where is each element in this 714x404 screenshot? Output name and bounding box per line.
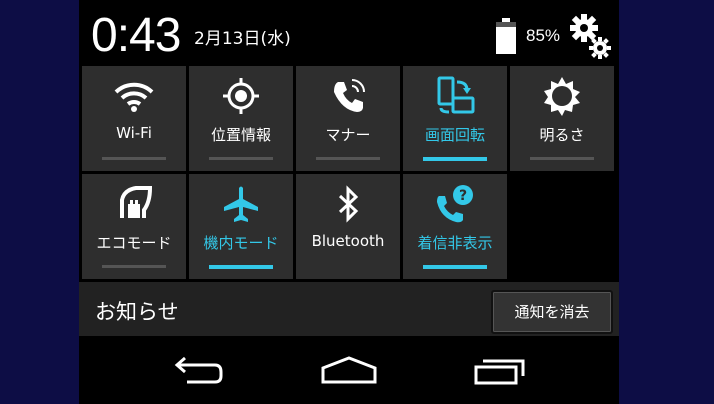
tile-indicator <box>316 157 380 160</box>
tile-indicator <box>423 265 487 269</box>
tile-brightness[interactable]: 明るさ <box>510 66 614 171</box>
home-icon[interactable] <box>319 354 379 386</box>
notifications-header: お知らせ 通知を消去 <box>79 282 619 336</box>
status-header: 0:43 2月13日(水) 85% <box>79 0 619 66</box>
call-hide-icon: ? <box>437 185 473 223</box>
tile-indicator <box>530 157 594 160</box>
tile-manner[interactable]: マナー <box>296 66 400 171</box>
quick-settings-grid: Wi-Fi 位置情報 マナー 画面回転 明るさ エコモード 機内モード Blue… <box>79 66 619 280</box>
screen-rotate-icon <box>437 76 475 114</box>
settings-gear-icon[interactable] <box>569 12 613 60</box>
tile-label: 明るさ <box>539 126 585 144</box>
phone-vibrate-icon <box>334 79 365 112</box>
bluetooth-icon <box>338 185 359 223</box>
tile-label: 機内モード <box>203 234 279 252</box>
tile-label: マナー <box>325 126 371 144</box>
recent-apps-icon[interactable] <box>473 354 529 386</box>
tile-indicator <box>209 157 273 160</box>
tile-call-hide[interactable]: ? 着信非表示 <box>403 174 507 279</box>
brightness-icon <box>544 77 580 116</box>
tile-label: エコモード <box>96 234 172 252</box>
eco-mode-icon <box>120 186 153 218</box>
tile-indicator <box>102 157 166 160</box>
battery-percent: 85% <box>526 26 561 45</box>
tile-location[interactable]: 位置情報 <box>189 66 293 171</box>
clear-notifications-button[interactable]: 通知を消去 <box>491 290 613 334</box>
airplane-icon <box>224 186 258 222</box>
tile-bluetooth[interactable]: Bluetooth <box>296 174 400 279</box>
tile-label: Wi-Fi <box>116 124 152 142</box>
tile-label: 位置情報 <box>210 126 271 144</box>
tile-indicator <box>423 157 487 161</box>
tile-indicator <box>102 265 166 268</box>
tile-airplane-mode[interactable]: 機内モード <box>189 174 293 279</box>
svg-text:?: ? <box>459 188 467 204</box>
wifi-icon <box>114 82 154 112</box>
tile-eco-mode[interactable]: エコモード <box>82 174 186 279</box>
tile-label: Bluetooth <box>311 232 385 250</box>
notifications-title: お知らせ <box>95 300 179 324</box>
tile-label: 着信非表示 <box>417 234 493 252</box>
tile-label: 画面回転 <box>424 126 485 144</box>
notification-panel: 0:43 2月13日(水) 85% Wi-Fi 位置情報 マナー 画面回転 明る… <box>79 0 619 404</box>
tile-wifi[interactable]: Wi-Fi <box>82 66 186 171</box>
back-icon[interactable] <box>173 354 225 386</box>
battery-icon <box>496 18 516 54</box>
location-icon <box>223 78 259 114</box>
clock: 0:43 <box>91 9 181 62</box>
tile-screen-rotate[interactable]: 画面回転 <box>403 66 507 171</box>
date: 2月13日(水) <box>194 29 291 49</box>
tile-indicator <box>209 265 273 269</box>
navigation-bar <box>79 336 619 404</box>
